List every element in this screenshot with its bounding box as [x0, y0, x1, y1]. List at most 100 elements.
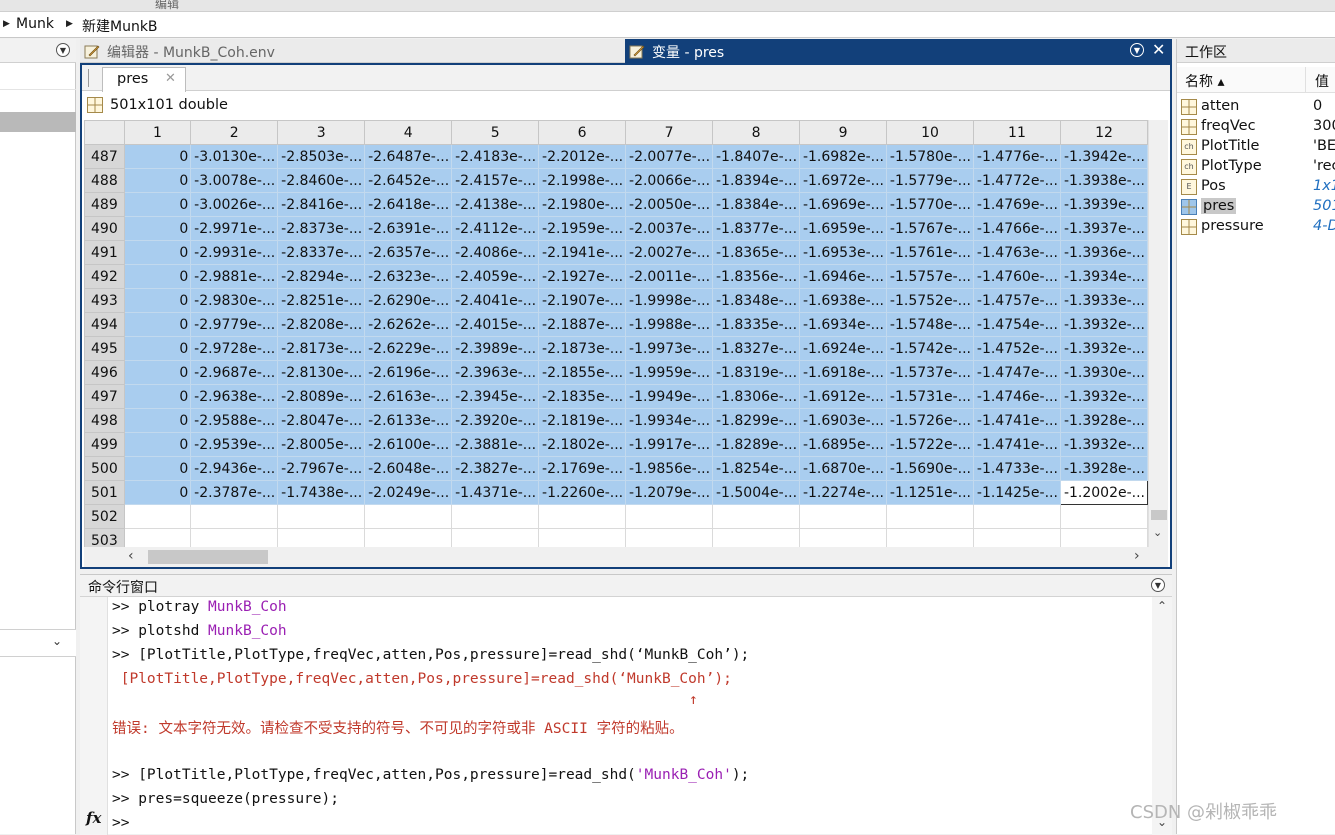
- table-cell[interactable]: -1.4772e-...: [972, 168, 1061, 193]
- table-cell[interactable]: -1.6934e-...: [799, 312, 888, 337]
- table-cell[interactable]: -1.5767e-...: [886, 216, 974, 241]
- table-row[interactable]: 489 0 -3.0026e-... -2.8416e-... -2.6418e-...…: [84, 192, 1148, 217]
- table-cell[interactable]: [1059, 504, 1148, 529]
- table-cell[interactable]: -2.8208e-...: [277, 312, 366, 337]
- table-cell[interactable]: 0: [123, 144, 192, 169]
- table-row[interactable]: 503: [84, 528, 1148, 547]
- table-cell[interactable]: -2.1887e-...: [538, 312, 627, 337]
- table-cell[interactable]: [123, 504, 192, 529]
- workspace-variable-row[interactable]: freqVec 300: [1179, 117, 1335, 137]
- table-cell[interactable]: 0: [123, 240, 192, 265]
- workspace-variable-row[interactable]: chPlotType 'rec: [1179, 157, 1335, 177]
- table-cell[interactable]: -2.9539e-...: [190, 432, 279, 457]
- row-header[interactable]: 487: [84, 144, 125, 169]
- table-cell[interactable]: -1.4371e-...: [451, 480, 540, 505]
- table-cell[interactable]: -2.1819e-...: [538, 408, 627, 433]
- table-cell[interactable]: -1.9856e-...: [625, 456, 714, 481]
- table-cell[interactable]: [451, 528, 540, 547]
- table-cell[interactable]: -1.9973e-...: [625, 336, 714, 361]
- row-header[interactable]: 501: [84, 480, 125, 505]
- chevron-down-icon[interactable]: ⌄: [52, 634, 62, 648]
- table-row[interactable]: 496 0 -2.9687e-... -2.8130e-... -2.6196e-...…: [84, 360, 1148, 385]
- breadcrumb-item-folder[interactable]: 新建MunkB: [82, 16, 158, 36]
- table-cell[interactable]: -2.9728e-...: [190, 336, 279, 361]
- table-cell[interactable]: -1.4776e-...: [972, 144, 1061, 169]
- table-cell[interactable]: -2.1769e-...: [538, 456, 627, 481]
- table-cell[interactable]: -1.5742e-...: [886, 336, 974, 361]
- column-header[interactable]: 5: [451, 120, 540, 145]
- table-cell[interactable]: -1.3934e-...: [1059, 264, 1148, 289]
- table-cell[interactable]: -2.6323e-...: [364, 264, 453, 289]
- table-cell[interactable]: 0: [123, 408, 192, 433]
- table-cell[interactable]: -1.3932e-...: [1059, 336, 1148, 361]
- table-cell[interactable]: -1.3932e-...: [1059, 432, 1148, 457]
- table-cell[interactable]: 0: [123, 384, 192, 409]
- column-header[interactable]: 6: [538, 120, 627, 145]
- table-cell[interactable]: -2.6391e-...: [364, 216, 453, 241]
- table-cell[interactable]: [799, 528, 888, 547]
- row-header[interactable]: 499: [84, 432, 125, 457]
- close-icon[interactable]: ✕: [1152, 40, 1165, 59]
- row-header[interactable]: 489: [84, 192, 125, 217]
- table-cell[interactable]: -2.3989e-...: [451, 336, 540, 361]
- table-cell[interactable]: -1.6969e-...: [799, 192, 888, 217]
- table-cell[interactable]: -2.8503e-...: [277, 144, 366, 169]
- table-cell[interactable]: -1.8299e-...: [712, 408, 801, 433]
- table-cell[interactable]: -2.9830e-...: [190, 288, 279, 313]
- workspace-variable-row[interactable]: atten 0: [1179, 97, 1335, 117]
- table-cell[interactable]: -2.6487e-...: [364, 144, 453, 169]
- table-cell[interactable]: -1.4747e-...: [972, 360, 1061, 385]
- table-cell[interactable]: -1.8365e-...: [712, 240, 801, 265]
- table-row[interactable]: 500 0 -2.9436e-... -2.7967e-... -2.6048e-...…: [84, 456, 1148, 481]
- table-cell[interactable]: -2.6290e-...: [364, 288, 453, 313]
- row-header[interactable]: 492: [84, 264, 125, 289]
- table-cell[interactable]: -2.2012e-...: [538, 144, 627, 169]
- table-row[interactable]: 492 0 -2.9881e-... -2.8294e-... -2.6323e-...…: [84, 264, 1148, 289]
- table-cell[interactable]: -1.7438e-...: [277, 480, 366, 505]
- table-cell[interactable]: -2.4112e-...: [451, 216, 540, 241]
- table-cell[interactable]: -1.9988e-...: [625, 312, 714, 337]
- table-cell[interactable]: [538, 504, 627, 529]
- column-header[interactable]: 9: [799, 120, 888, 145]
- table-cell[interactable]: -2.1907e-...: [538, 288, 627, 313]
- table-cell[interactable]: -2.9779e-...: [190, 312, 279, 337]
- table-row[interactable]: 487 0 -3.0130e-... -2.8503e-... -2.6487e-...…: [84, 144, 1148, 169]
- column-value-header[interactable]: 值: [1315, 71, 1329, 91]
- table-cell[interactable]: -2.8416e-...: [277, 192, 366, 217]
- scrollbar-thumb[interactable]: [148, 550, 268, 564]
- table-cell[interactable]: -1.4733e-...: [972, 456, 1061, 481]
- table-cell[interactable]: -1.4769e-...: [972, 192, 1061, 217]
- table-cell[interactable]: -1.4741e-...: [972, 432, 1061, 457]
- row-header[interactable]: 502: [84, 504, 125, 529]
- table-cell[interactable]: -2.4059e-...: [451, 264, 540, 289]
- row-header[interactable]: 497: [84, 384, 125, 409]
- column-header[interactable]: 11: [972, 120, 1061, 145]
- table-cell[interactable]: -2.9971e-...: [190, 216, 279, 241]
- table-cell[interactable]: -2.3945e-...: [451, 384, 540, 409]
- table-cell[interactable]: -2.9436e-...: [190, 456, 279, 481]
- table-cell[interactable]: -2.3963e-...: [451, 360, 540, 385]
- table-cell[interactable]: -1.5752e-...: [886, 288, 974, 313]
- table-cell[interactable]: -2.3827e-...: [451, 456, 540, 481]
- row-header[interactable]: 503: [84, 528, 125, 547]
- table-cell[interactable]: 0: [123, 336, 192, 361]
- table-cell[interactable]: 0: [123, 456, 192, 481]
- table-row[interactable]: 490 0 -2.9971e-... -2.8373e-... -2.6391e-...…: [84, 216, 1148, 241]
- table-cell[interactable]: 0: [123, 264, 192, 289]
- close-icon[interactable]: ✕: [165, 71, 176, 86]
- table-cell[interactable]: -1.3939e-...: [1059, 192, 1148, 217]
- table-cell[interactable]: [886, 504, 974, 529]
- table-cell[interactable]: -1.3938e-...: [1059, 168, 1148, 193]
- chevron-down-icon[interactable]: ⌄: [1153, 526, 1162, 539]
- table-cell[interactable]: -1.8384e-...: [712, 192, 801, 217]
- table-cell[interactable]: -1.4763e-...: [972, 240, 1061, 265]
- table-cell[interactable]: -1.5004e-...: [712, 480, 801, 505]
- table-cell[interactable]: -1.4757e-...: [972, 288, 1061, 313]
- table-cell[interactable]: -2.6133e-...: [364, 408, 453, 433]
- table-cell[interactable]: -2.4086e-...: [451, 240, 540, 265]
- table-cell[interactable]: [972, 528, 1061, 547]
- table-cell[interactable]: -1.9934e-...: [625, 408, 714, 433]
- table-cell[interactable]: [1059, 528, 1148, 547]
- row-header[interactable]: 488: [84, 168, 125, 193]
- table-cell[interactable]: -1.3942e-...: [1059, 144, 1148, 169]
